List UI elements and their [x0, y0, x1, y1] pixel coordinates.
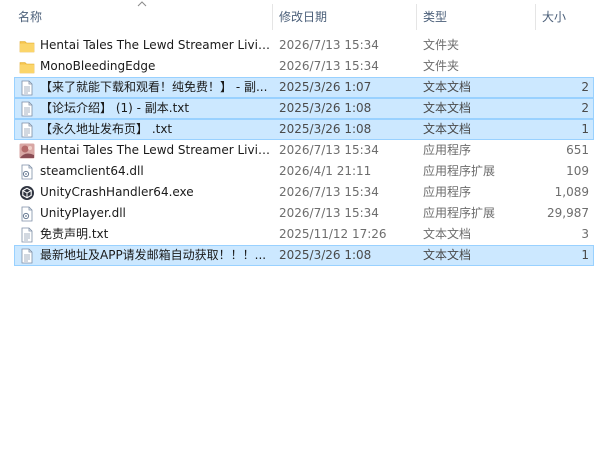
- file-row[interactable]: 最新地址及APP请发邮箱自动获取！！！... 2025/3/26 1:08 文本文档…: [14, 245, 594, 266]
- file-name: Hentai Tales The Lewd Streamer Livin...: [40, 38, 272, 52]
- file-size: 1: [581, 248, 589, 262]
- file-name: UnityCrashHandler64.exe: [40, 185, 194, 199]
- file-modified-date: 2026/7/13 15:34: [279, 143, 379, 157]
- column-header-type[interactable]: 类型: [417, 0, 535, 34]
- file-row[interactable]: Hentai Tales The Lewd Streamer Livin... 2…: [14, 140, 594, 161]
- file-modified-date: 2026/7/13 15:34: [279, 38, 379, 52]
- file-name: steamclient64.dll: [40, 164, 144, 178]
- file-size: 109: [566, 164, 589, 178]
- file-type: 文本文档: [423, 80, 472, 94]
- file-size: 1: [581, 122, 589, 136]
- file-size: [537, 57, 589, 76]
- file-type: 应用程序扩展: [423, 206, 496, 220]
- file-row[interactable]: 【来了就能下载和观看！纯免费！】 - 副... 2025/3/26 1:07 文本文…: [14, 77, 594, 98]
- column-header-name[interactable]: 名称: [12, 0, 272, 34]
- file-name: 【永久地址发布页】 .txt: [40, 122, 173, 136]
- file-row[interactable]: 【论坛介绍】 (1) - 副本.txt 2025/3/26 1:08 文本文档 2: [14, 98, 594, 119]
- file-modified-date: 2025/3/26 1:08: [279, 122, 372, 136]
- file-row[interactable]: UnityCrashHandler64.exe 2026/7/13 15:34 应用…: [14, 182, 594, 203]
- text-file-icon: [19, 80, 35, 96]
- column-header-date[interactable]: 修改日期: [273, 0, 416, 34]
- file-row[interactable]: 免责声明.txt 2025/11/12 17:26 文本文档 3: [14, 224, 594, 245]
- text-file-icon: [19, 248, 35, 264]
- text-file-icon: [19, 101, 35, 117]
- folder-icon: [19, 38, 35, 54]
- dll-file-icon: [19, 164, 35, 180]
- file-modified-date: 2025/3/26 1:07: [279, 80, 372, 94]
- app-thumbnail-icon: [19, 143, 35, 159]
- file-modified-date: 2025/3/26 1:08: [279, 248, 372, 262]
- file-name: Hentai Tales The Lewd Streamer Livin...: [40, 143, 272, 157]
- file-modified-date: 2025/11/12 17:26: [279, 227, 387, 241]
- file-size: 29,987: [547, 206, 589, 220]
- file-name: 免责声明.txt: [40, 227, 109, 241]
- file-row[interactable]: MonoBleedingEdge 2026/7/13 15:34 文件夹: [14, 56, 594, 77]
- file-size: 651: [566, 143, 589, 157]
- column-header-size[interactable]: 大小: [536, 0, 594, 34]
- file-size: 3: [581, 227, 589, 241]
- file-size: 2: [581, 101, 589, 115]
- file-modified-date: 2026/7/13 15:34: [279, 206, 379, 220]
- column-header-bar: 名称 修改日期 类型 大小: [0, 0, 594, 34]
- file-modified-date: 2026/7/13 15:34: [279, 185, 379, 199]
- file-type: 文本文档: [423, 101, 472, 115]
- file-type: 文本文档: [423, 122, 472, 136]
- file-type: 文本文档: [423, 248, 472, 262]
- file-type: 应用程序: [423, 143, 472, 157]
- file-modified-date: 2026/4/1 21:11: [279, 164, 372, 178]
- file-row[interactable]: Hentai Tales The Lewd Streamer Livin... 2…: [14, 35, 594, 56]
- file-row[interactable]: steamclient64.dll 2026/4/1 21:11 应用程序扩展 109: [14, 161, 594, 182]
- file-row[interactable]: 【永久地址发布页】 .txt 2025/3/26 1:08 文本文档 1: [14, 119, 594, 140]
- file-name: UnityPlayer.dll: [40, 206, 126, 220]
- file-modified-date: 2025/3/26 1:08: [279, 101, 372, 115]
- file-type: 文本文档: [423, 227, 472, 241]
- folder-icon: [19, 59, 35, 75]
- file-size: [537, 36, 589, 55]
- file-modified-date: 2026/7/13 15:34: [279, 59, 379, 73]
- dll-file-icon: [19, 206, 35, 222]
- text-file-icon: [19, 122, 35, 138]
- file-row[interactable]: UnityPlayer.dll 2026/7/13 15:34 应用程序扩展 29,9…: [14, 203, 594, 224]
- unity-icon: [19, 185, 35, 201]
- file-type: 应用程序: [423, 185, 472, 199]
- file-name: 【论坛介绍】 (1) - 副本.txt: [40, 101, 190, 115]
- file-type: 文件夹: [423, 59, 460, 73]
- text-file-icon: [19, 227, 35, 243]
- file-type: 应用程序扩展: [423, 164, 496, 178]
- file-size: 2: [581, 80, 589, 94]
- file-explorer: 名称 修改日期 类型 大小 Hentai Tales The Lewd Stre…: [0, 0, 594, 470]
- file-name: 【来了就能下载和观看！纯免费！】 - 副...: [40, 80, 268, 94]
- file-name: MonoBleedingEdge: [40, 59, 156, 73]
- file-size: 1,089: [554, 185, 589, 199]
- file-type: 文件夹: [423, 38, 460, 52]
- file-name: 最新地址及APP请发邮箱自动获取！！！...: [40, 248, 267, 262]
